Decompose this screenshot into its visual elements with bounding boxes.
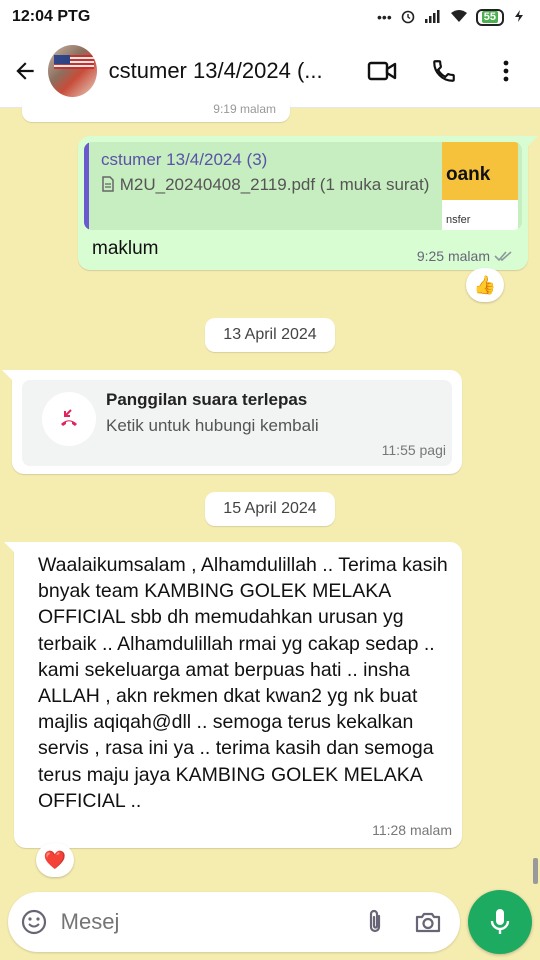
voice-call-icon <box>433 59 455 82</box>
camera-button[interactable] <box>401 894 454 950</box>
battery-icon: 55 <box>475 8 504 26</box>
quote-thumbnail: oank nsfer <box>442 142 518 230</box>
video-call-button[interactable] <box>356 49 408 93</box>
document-name: M2U_20240408_2119.pdf (1 muka surat) <box>119 175 430 194</box>
mic-button[interactable] <box>468 890 532 954</box>
thumbnail-text-bottom: nsfer <box>446 214 471 226</box>
missed-call-icon <box>61 409 77 426</box>
emoji-icon <box>22 909 47 935</box>
missed-call-card[interactable]: Panggilan suara terlepas Ketik untuk hub… <box>22 380 452 466</box>
message-composer <box>8 892 460 952</box>
quote-text: cstumer 13/4/2024 (3) M2U_20240408_2119.… <box>89 142 439 230</box>
more-options-button[interactable] <box>480 49 532 93</box>
missed-call-title: Panggilan suara terlepas <box>106 390 308 409</box>
battery-level: 55 <box>481 10 498 23</box>
back-arrow-icon <box>16 61 34 80</box>
back-button[interactable] <box>4 49 46 93</box>
reaction-badge[interactable]: ❤️ <box>36 843 74 877</box>
thumbs-up-icon: 👍 <box>473 274 497 295</box>
more-dots-icon: ••• <box>377 9 392 25</box>
document-icon <box>101 175 120 194</box>
message-text: Waalaikumsalam , Alhamdulillah .. Terima… <box>38 554 448 812</box>
quote-sender: cstumer 13/4/2024 (3) <box>101 150 268 169</box>
message-time: 11:55 pagi <box>381 442 446 458</box>
alarm-icon <box>400 8 416 27</box>
status-time: 12:04 PTG <box>12 8 91 25</box>
mic-icon <box>490 909 510 934</box>
more-vert-icon <box>503 60 509 81</box>
message-time: 11:28 malam <box>372 822 452 838</box>
heart-icon: ❤️ <box>43 849 67 870</box>
chat-title[interactable]: cstumer 13/4/2024 (... <box>109 58 356 84</box>
message-time: 9:25 malam <box>416 248 490 264</box>
voice-call-button[interactable] <box>418 49 470 93</box>
message-meta: 9:25 malam <box>417 248 514 264</box>
double-check-icon <box>494 251 512 262</box>
thumbnail-text-top: oank <box>446 164 491 185</box>
message-text: maklum <box>92 238 159 259</box>
video-call-icon <box>367 61 397 80</box>
emoji-button[interactable] <box>8 894 61 950</box>
message-input[interactable] <box>60 902 349 942</box>
status-bar: 12:04 PTG ••• 55 <box>0 0 540 34</box>
incoming-message[interactable]: Waalaikumsalam , Alhamdulillah .. Terima… <box>4 542 462 848</box>
chat-header: cstumer 13/4/2024 (... <box>0 34 540 108</box>
camera-icon <box>415 912 440 933</box>
date-chip: 13 April 2024 <box>205 318 335 352</box>
charging-icon <box>512 9 526 26</box>
wifi-icon <box>450 9 468 26</box>
flag-image <box>53 54 94 69</box>
quoted-message[interactable]: cstumer 13/4/2024 (3) M2U_20240408_2119.… <box>84 142 522 230</box>
missed-call-subtitle: Ketik untuk hubungi kembali <box>106 416 319 435</box>
status-icons: ••• 55 <box>377 8 526 27</box>
date-chip: 15 April 2024 <box>205 492 335 526</box>
contact-avatar[interactable] <box>47 44 97 97</box>
header-actions <box>356 49 532 93</box>
attach-button[interactable] <box>349 894 402 950</box>
missed-call-icon-wrap <box>42 392 96 446</box>
thumbnail-footer: nsfer <box>442 200 518 230</box>
signal-icon <box>424 9 442 26</box>
previous-message-stub[interactable]: 9:19 malam <box>22 100 290 122</box>
outgoing-message[interactable]: cstumer 13/4/2024 (3) M2U_20240408_2119.… <box>78 136 538 270</box>
reaction-badge[interactable]: 👍 <box>466 268 504 302</box>
scrollbar-thumb[interactable] <box>533 858 538 884</box>
message-time: 9:19 malam <box>213 102 276 116</box>
quote-document: M2U_20240408_2119.pdf (1 muka surat) <box>101 174 439 196</box>
missed-call-message[interactable]: Panggilan suara terlepas Ketik untuk hub… <box>2 370 462 474</box>
attach-icon <box>369 909 381 933</box>
